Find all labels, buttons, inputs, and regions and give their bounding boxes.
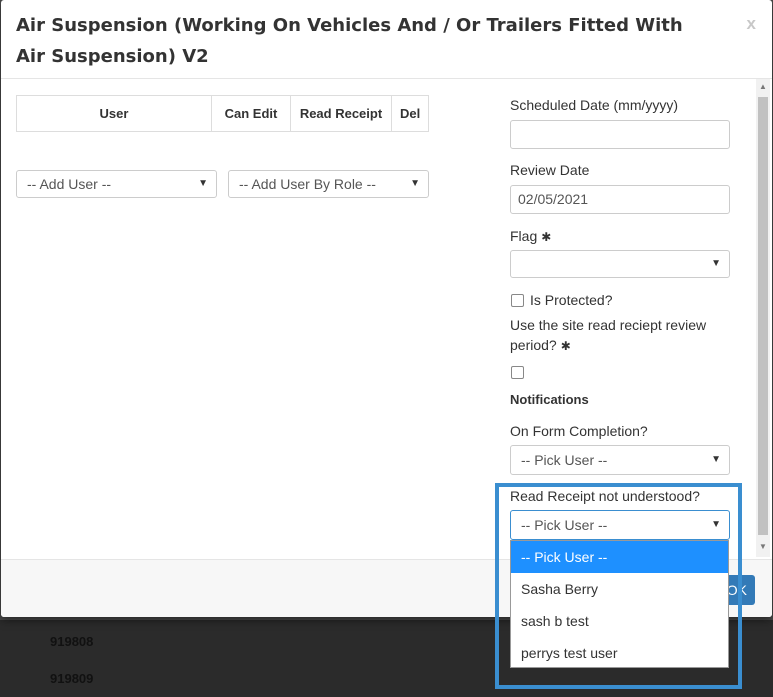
caret-down-icon: ▼ [711, 258, 721, 269]
scheduled-date-label: Scheduled Date (mm/yyyy) [510, 97, 679, 113]
scroll-up-icon[interactable]: ▲ [759, 82, 767, 91]
review-date-label: Review Date [510, 162, 590, 178]
flag-label: Flag ✱ [510, 228, 551, 244]
caret-down-icon: ▼ [711, 519, 721, 530]
asterisk-icon: ✱ [560, 339, 571, 353]
add-user-select[interactable]: -- Add User -- ▼ [16, 170, 217, 198]
scroll-down-icon[interactable]: ▼ [759, 542, 767, 551]
is-protected-checkbox[interactable] [511, 294, 524, 307]
site-read-receipt-label-line2-text: period? [510, 337, 557, 353]
on-form-completion-value: -- Pick User -- [521, 452, 608, 468]
pick-user-dropdown-list: -- Pick User -- Sasha Berry sash b test … [510, 540, 729, 668]
column-header-read-receipt: Read Receipt [290, 95, 392, 132]
scrollbar-thumb[interactable] [758, 97, 768, 535]
flag-select[interactable]: ▼ [510, 250, 730, 278]
modal-body: User Can Edit Read Receipt Del -- Add Us… [1, 79, 772, 559]
caret-down-icon: ▼ [410, 178, 420, 189]
modal-dialog: Air Suspension (Working On Vehicles And … [1, 0, 772, 617]
on-form-completion-select[interactable]: -- Pick User -- ▼ [510, 445, 730, 475]
close-icon[interactable]: x [747, 14, 756, 34]
caret-down-icon: ▼ [711, 454, 721, 465]
background-row-2: 919809 [50, 671, 94, 686]
modal-title: Air Suspension (Working On Vehicles And … [16, 15, 683, 67]
dropdown-option-pick-user[interactable]: -- Pick User -- [511, 541, 728, 573]
dropdown-option-perrys-test-user[interactable]: perrys test user [511, 637, 728, 669]
column-header-user: User [16, 95, 212, 132]
site-read-receipt-label-line2: period? ✱ [510, 337, 571, 353]
add-user-value: -- Add User -- [27, 176, 112, 192]
scheduled-date-input[interactable] [510, 120, 730, 149]
review-date-input[interactable]: 02/05/2021 [510, 185, 730, 214]
flag-label-text: Flag [510, 228, 538, 244]
dropdown-option-sash-b-test[interactable]: sash b test [511, 605, 728, 637]
site-read-receipt-label-line1: Use the site read reciept review [510, 317, 707, 333]
on-form-completion-label: On Form Completion? [510, 423, 648, 439]
read-receipt-not-understood-value: -- Pick User -- [521, 517, 608, 533]
asterisk-icon: ✱ [541, 230, 552, 244]
add-user-by-role-value: -- Add User By Role -- [239, 176, 376, 192]
read-receipt-not-understood-select[interactable]: -- Pick User -- ▼ [510, 510, 730, 540]
caret-down-icon: ▼ [198, 178, 208, 189]
column-header-del: Del [390, 95, 430, 132]
modal-header: Air Suspension (Working On Vehicles And … [1, 0, 772, 79]
notifications-title: Notifications [510, 392, 589, 407]
dropdown-option-sasha-berry[interactable]: Sasha Berry [511, 573, 728, 605]
column-header-can-edit: Can Edit [211, 95, 291, 132]
read-receipt-not-understood-label: Read Receipt not understood? [510, 488, 700, 504]
is-protected-label: Is Protected? [530, 292, 613, 308]
add-user-by-role-select[interactable]: -- Add User By Role -- ▼ [228, 170, 429, 198]
modal-scrollbar[interactable]: ▲ ▼ [756, 79, 770, 557]
users-table: User Can Edit Read Receipt Del [16, 95, 430, 132]
site-read-receipt-checkbox[interactable] [511, 366, 524, 379]
background-row-1: 919808 [50, 634, 94, 649]
